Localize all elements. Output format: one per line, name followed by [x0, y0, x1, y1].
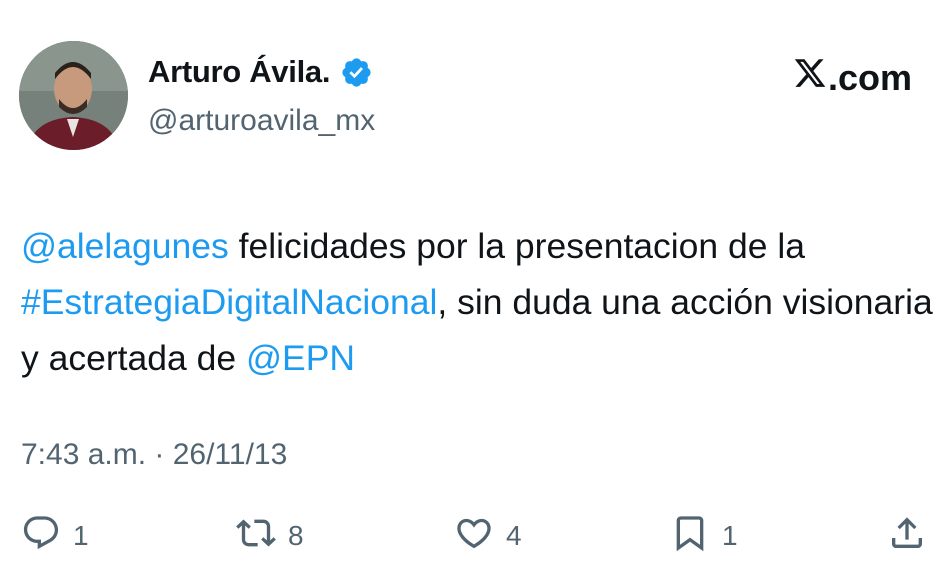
x-brand: .com	[793, 56, 912, 99]
retweet-count: 8	[288, 519, 304, 551]
author-name[interactable]: Arturo Ávila.	[148, 54, 330, 90]
hashtag-link[interactable]: #EstrategiaDigitalNacional	[21, 282, 437, 322]
bookmark-button[interactable]: 1	[670, 513, 738, 558]
tweet-text: @alelagunes felicidades por la presentac…	[21, 218, 936, 386]
avatar[interactable]	[19, 41, 128, 150]
avatar-image	[19, 41, 128, 150]
retweet-button[interactable]: 8	[236, 513, 304, 558]
bookmark-count: 1	[722, 519, 738, 551]
heart-icon	[454, 513, 494, 558]
mention-link[interactable]: @EPN	[246, 338, 355, 378]
like-button[interactable]: 4	[454, 513, 522, 558]
reply-button[interactable]: 1	[21, 513, 89, 558]
share-icon	[887, 513, 927, 558]
retweet-icon	[236, 513, 276, 558]
author-handle[interactable]: @arturoavila_mx	[148, 104, 375, 138]
tweet-timestamp[interactable]: 7:43 a.m. · 26/11/13	[21, 438, 287, 472]
tweet-text-segment: felicidades por la presentacion de la	[228, 226, 806, 266]
x-logo-icon	[793, 56, 828, 99]
share-button[interactable]	[887, 513, 927, 558]
mention-link[interactable]: @alelagunes	[21, 226, 229, 266]
brand-label: .com	[827, 56, 912, 98]
verified-badge-icon	[340, 56, 373, 89]
reply-count: 1	[73, 519, 89, 551]
bookmark-icon	[670, 513, 710, 558]
reply-icon	[21, 513, 61, 558]
like-count: 4	[506, 519, 522, 551]
author-name-row: Arturo Ávila.	[148, 54, 373, 90]
